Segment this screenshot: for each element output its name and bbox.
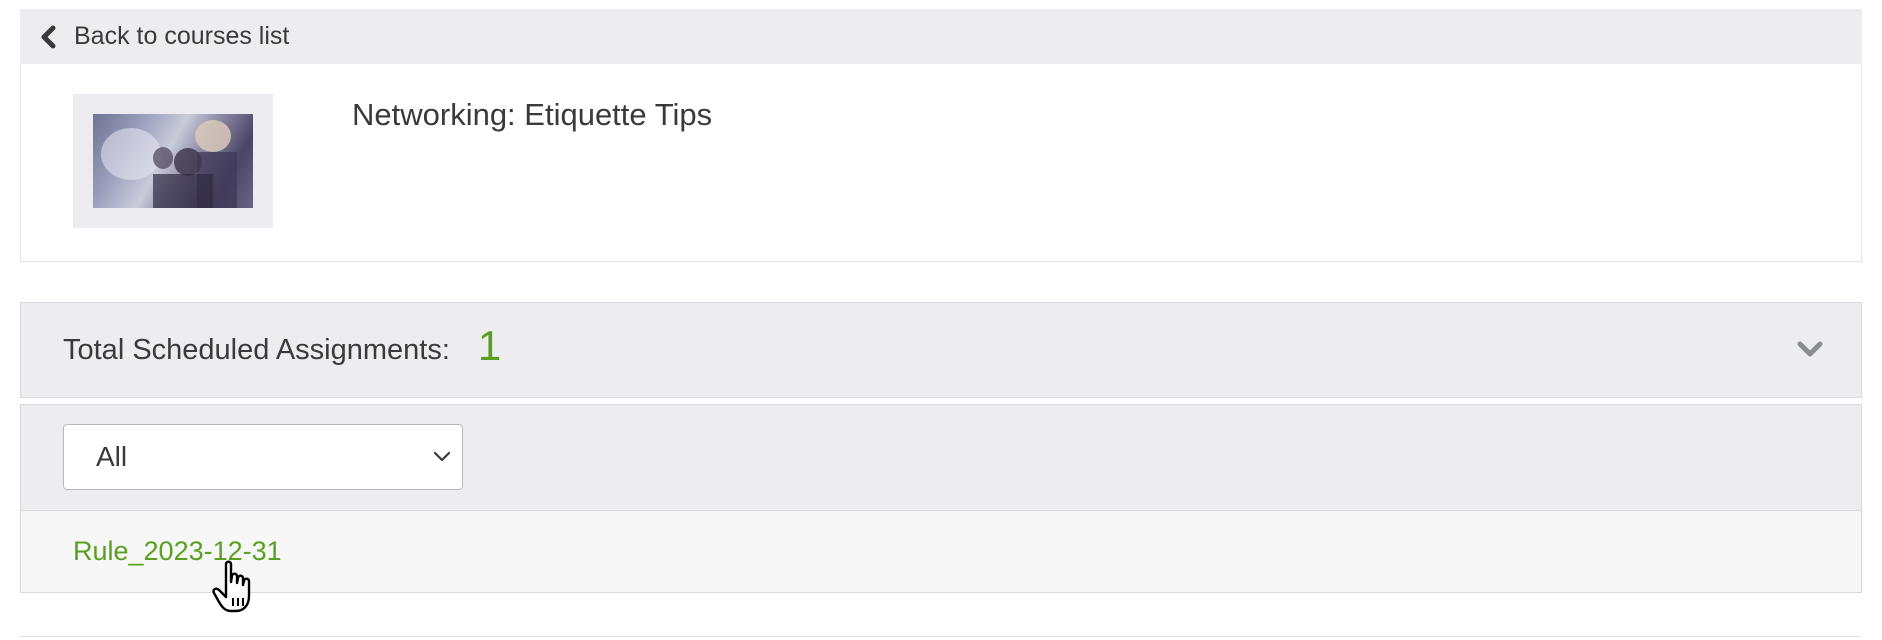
scheduled-assignments-count: 1 — [477, 322, 502, 369]
divider — [20, 636, 1862, 637]
course-card: Networking: Etiquette Tips — [20, 64, 1862, 262]
back-link-label: Back to courses list — [74, 22, 290, 50]
chevron-left-icon — [38, 25, 58, 49]
chevron-down-icon[interactable] — [1797, 339, 1823, 359]
list-item: Rule_2023-12-31 — [20, 510, 1862, 593]
back-to-courses-link[interactable]: Back to courses list — [20, 9, 1862, 64]
rule-link[interactable]: Rule_2023-12-31 — [73, 536, 282, 567]
scheduled-assignments-label: Total Scheduled Assignments: — [63, 333, 450, 366]
assignment-filter-select[interactable]: All — [63, 424, 463, 490]
course-title: Networking: Etiquette Tips — [352, 97, 713, 132]
filter-selected-value: All — [96, 441, 128, 472]
chevron-down-icon — [432, 449, 452, 465]
scheduled-assignments-header[interactable]: Total Scheduled Assignments: 1 — [20, 302, 1862, 398]
course-thumbnail-frame — [73, 94, 273, 228]
filter-panel: All — [20, 404, 1862, 510]
course-thumbnail-image — [93, 114, 253, 208]
